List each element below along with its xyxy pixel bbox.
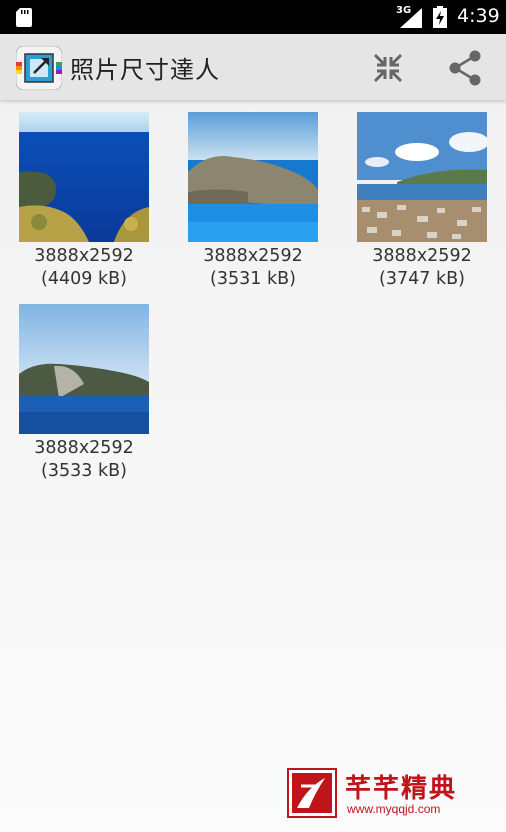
photo-thumbnail[interactable]	[19, 112, 149, 242]
photo-file-size: (3533 kB)	[41, 461, 127, 481]
clock: 4:39	[457, 5, 500, 27]
battery-charging-icon	[433, 6, 447, 28]
photo-dimensions: 3888x2592	[34, 438, 134, 458]
action-bar: 照片尺寸達人	[0, 34, 506, 100]
photo-thumbnail[interactable]	[188, 112, 318, 242]
status-bar: 3G 4:39	[0, 0, 506, 34]
watermark-url: www.myqqjd.com	[347, 802, 441, 816]
watermark: 芊芊精典 www.myqqjd.com	[287, 768, 497, 820]
photo-thumbnail[interactable]	[357, 112, 487, 242]
app-logo-icon	[16, 46, 62, 90]
photo-item-1[interactable]: 3888x2592 (4409 kB)	[19, 112, 149, 291]
compress-icon[interactable]	[366, 46, 410, 90]
signal-icon	[400, 8, 422, 28]
photo-dimensions: 3888x2592	[34, 246, 134, 266]
watermark-title: 芊芊精典	[345, 774, 458, 804]
watermark-logo-icon	[287, 768, 337, 818]
photo-item-3[interactable]: 3888x2592 (3747 kB)	[357, 112, 487, 291]
photo-item-4[interactable]: 3888x2592 (3533 kB)	[19, 304, 149, 483]
photo-dimensions: 3888x2592	[372, 246, 472, 266]
sd-card-icon	[16, 8, 32, 27]
photo-file-size: (4409 kB)	[41, 269, 127, 289]
share-icon[interactable]	[443, 46, 487, 90]
photo-item-2[interactable]: 3888x2592 (3531 kB)	[188, 112, 318, 291]
app-title: 照片尺寸達人	[70, 56, 220, 84]
photo-thumbnail[interactable]	[19, 304, 149, 434]
photo-dimensions: 3888x2592	[203, 246, 303, 266]
photo-file-size: (3747 kB)	[379, 269, 465, 289]
photo-file-size: (3531 kB)	[210, 269, 296, 289]
